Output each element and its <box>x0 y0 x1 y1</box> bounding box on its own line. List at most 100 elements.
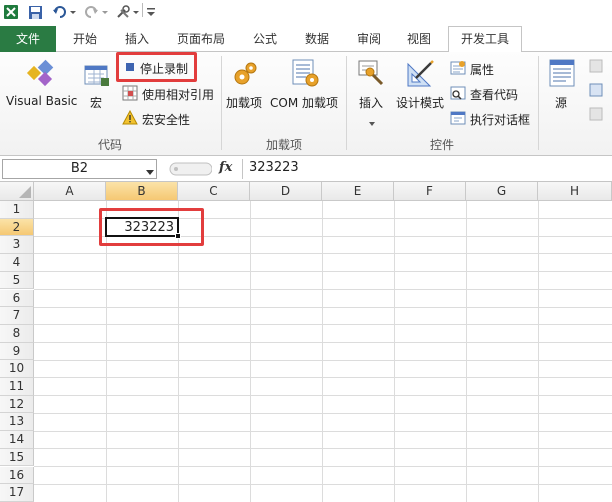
row-header-13[interactable]: 13 <box>0 413 34 432</box>
row-header-6[interactable]: 6 <box>0 289 34 308</box>
gridline <box>178 201 179 502</box>
relative-reference-button[interactable]: 使用相对引用 <box>122 85 214 104</box>
column-header-d[interactable]: D <box>250 182 322 201</box>
column-header-a[interactable]: A <box>34 182 106 201</box>
relative-reference-icon <box>122 85 138 104</box>
row-header-10[interactable]: 10 <box>0 360 34 378</box>
tab-review[interactable]: 审阅 <box>346 28 392 52</box>
gridline <box>34 466 612 467</box>
row-header-7[interactable]: 7 <box>0 307 34 325</box>
formula-bar-resize-handle[interactable] <box>162 161 213 180</box>
row-header-5[interactable]: 5 <box>0 271 34 290</box>
view-code-button[interactable]: 查看代码 <box>450 85 518 104</box>
quick-access-toolbar <box>0 0 612 24</box>
controls-group-label: 控件 <box>429 138 454 152</box>
view-code-icon <box>450 85 466 104</box>
com-addins-button[interactable]: COM 加载项 <box>268 56 342 112</box>
properties-icon <box>450 60 466 79</box>
tab-view[interactable]: 视图 <box>396 28 442 52</box>
row-header-14[interactable]: 14 <box>0 431 34 449</box>
fx-icon[interactable]: fx <box>219 160 232 175</box>
row-header-15[interactable]: 15 <box>0 448 34 467</box>
gridline <box>34 413 612 414</box>
save-icon[interactable] <box>26 3 44 21</box>
name-box-dropdown-icon[interactable] <box>146 165 154 179</box>
gridline <box>466 201 467 502</box>
tab-file[interactable]: 文件 <box>0 26 56 52</box>
insert-control-icon <box>356 58 388 93</box>
xml-small-icons <box>588 58 612 132</box>
row-header-11[interactable]: 11 <box>0 378 34 396</box>
row-header-2[interactable]: 2 <box>0 218 34 237</box>
gridline <box>394 201 395 502</box>
undo-dropdown-icon[interactable] <box>68 3 78 21</box>
gridline <box>34 431 612 432</box>
macro-security-button[interactable]: 宏安全性 <box>122 109 190 129</box>
addins-label: 加载项 <box>226 96 263 110</box>
column-header-h[interactable]: H <box>538 182 612 201</box>
visual-basic-button[interactable]: Visual Basic <box>4 56 77 112</box>
qat-separator <box>142 3 143 17</box>
gridline <box>34 289 612 290</box>
group-separator <box>538 56 539 150</box>
visual-basic-icon <box>26 58 56 91</box>
ribbon-tabs: 文件 开始 插入 页面布局 公式 数据 审阅 视图 开发工具 <box>0 24 612 53</box>
row-header-16[interactable]: 16 <box>0 466 34 485</box>
name-box[interactable]: B2 <box>2 159 157 179</box>
insert-control-button[interactable]: 插入 <box>352 56 392 128</box>
gridline <box>34 377 612 378</box>
design-mode-button[interactable]: 设计模式 <box>394 56 446 112</box>
gridline <box>34 448 612 449</box>
tools-icon[interactable] <box>114 3 132 21</box>
gridline <box>34 271 612 272</box>
column-header-g[interactable]: G <box>466 182 538 201</box>
column-header-e[interactable]: E <box>322 182 394 201</box>
design-mode-icon <box>404 58 436 93</box>
tab-page-layout[interactable]: 页面布局 <box>166 28 236 52</box>
gridline <box>322 201 323 502</box>
row-header-17[interactable]: 17 <box>0 484 34 502</box>
tab-insert[interactable]: 插入 <box>114 28 160 52</box>
macro-button[interactable]: 宏 <box>80 56 114 112</box>
row-header-12[interactable]: 12 <box>0 395 34 414</box>
gridline <box>34 253 612 254</box>
warning-icon <box>122 109 138 129</box>
row-header-4[interactable]: 4 <box>0 254 34 272</box>
addins-button[interactable]: 加载项 <box>224 56 266 112</box>
tools-dropdown-icon[interactable] <box>132 3 140 21</box>
com-addins-label: COM 加载项 <box>270 96 338 110</box>
addins-group-label: 加载项 <box>265 138 302 152</box>
tab-data[interactable]: 数据 <box>294 28 340 52</box>
select-all-corner[interactable] <box>0 182 34 201</box>
row-header-3[interactable]: 3 <box>0 236 34 255</box>
gridline <box>34 360 612 361</box>
column-header-b[interactable]: B <box>106 182 178 201</box>
run-dialog-button[interactable]: 执行对话框 <box>450 110 530 129</box>
customize-qat-icon[interactable] <box>146 3 156 21</box>
redo-icon[interactable] <box>82 3 100 21</box>
addins-gear-icon <box>231 60 259 91</box>
tab-home[interactable]: 开始 <box>62 28 108 52</box>
source-button[interactable]: 源 <box>544 56 580 112</box>
gridline <box>34 307 612 308</box>
tab-formulas[interactable]: 公式 <box>242 28 288 52</box>
worksheet-grid[interactable]: A B C D E F G H 1 2 3 4 5 6 7 8 9 10 11 … <box>0 182 612 502</box>
properties-button[interactable]: 属性 <box>450 60 494 79</box>
redo-dropdown-icon[interactable] <box>100 3 110 21</box>
column-header-f[interactable]: F <box>394 182 466 201</box>
formula-input[interactable]: 323223 <box>242 159 610 179</box>
insert-control-label: 插入 <box>359 96 384 110</box>
ribbon-developer: Visual Basic 宏 停止录制 使用相对引用 宏安全性 代码 加载项 C… <box>0 52 612 156</box>
row-header-1[interactable]: 1 <box>0 201 34 219</box>
excel-icon[interactable] <box>2 3 20 21</box>
design-mode-label: 设计模式 <box>396 96 445 110</box>
run-dialog-icon <box>450 110 466 129</box>
source-icon <box>548 58 576 91</box>
relative-reference-label: 使用相对引用 <box>142 88 215 102</box>
row-header-9[interactable]: 9 <box>0 342 34 361</box>
undo-icon[interactable] <box>50 3 68 21</box>
row-header-8[interactable]: 8 <box>0 324 34 343</box>
gridline <box>34 395 612 396</box>
column-header-c[interactable]: C <box>178 182 250 201</box>
tab-developer[interactable]: 开发工具 <box>448 26 522 53</box>
